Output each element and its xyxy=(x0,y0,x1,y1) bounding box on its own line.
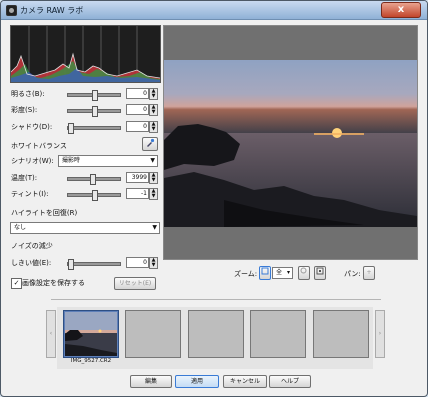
brightness-spinner[interactable]: ▲ ▼ xyxy=(149,88,158,100)
actual-size-button[interactable] xyxy=(314,266,326,280)
window-title: カメラ RAW ラボ xyxy=(20,6,84,15)
title-bar: カメラ RAW ラボ x xyxy=(1,1,427,20)
saturation-label: 彩度(S): xyxy=(11,106,38,114)
saturation-thumb[interactable] xyxy=(92,106,98,117)
threshold-row: しきい値(E): 0 ▲ ▼ xyxy=(1,256,161,270)
fit-icon xyxy=(261,267,269,275)
thumbnail-caption: IMG_9527.CR2 xyxy=(70,358,112,364)
scenario-value: 撮影時 xyxy=(62,157,81,164)
preview-photo xyxy=(164,60,417,227)
pan-label: パン: xyxy=(344,270,361,278)
actual-size-icon xyxy=(316,267,324,275)
apply-button[interactable]: 適用 xyxy=(175,375,219,388)
shadow-thumb[interactable] xyxy=(68,123,74,134)
zoom-select[interactable]: 全 ▾ xyxy=(272,267,293,279)
shadow-spinner[interactable]: ▲ ▼ xyxy=(149,121,158,133)
brightness-label: 明るさ(B): xyxy=(11,90,45,98)
close-button[interactable]: x xyxy=(381,2,421,18)
eyedropper-button[interactable] xyxy=(142,137,158,151)
edit-button[interactable]: 編集 xyxy=(130,375,172,388)
zoom-label: ズーム: xyxy=(234,270,258,278)
cancel-button[interactable]: キャンセル xyxy=(223,375,267,388)
highlight-label: ハイライトを回復(R) xyxy=(11,209,78,217)
camera-raw-lab-window: カメラ RAW ラボ x 明るさ(B): 0 ▲▼ 彩度(S): 0 ▲▼ xyxy=(0,0,428,397)
fit-window-button[interactable] xyxy=(259,266,271,280)
tint-spinner[interactable]: ▲ ▼ xyxy=(149,188,158,200)
highlight-value: なし xyxy=(14,224,27,231)
brightness-input[interactable]: 0 xyxy=(126,88,149,99)
zoom-value: 全 xyxy=(276,269,283,276)
tint-label: ティント(I): xyxy=(11,190,49,198)
tint-input[interactable]: -1 xyxy=(126,188,149,199)
thumbnail-2[interactable] xyxy=(125,310,181,358)
temperature-row: 温度(T): 3999 ▲ ▼ xyxy=(1,171,161,185)
threshold-slider[interactable] xyxy=(67,259,121,270)
camera-icon xyxy=(6,5,17,16)
scenario-select[interactable]: 撮影時 ▼ xyxy=(58,155,158,167)
eyedropper-icon xyxy=(147,138,155,147)
temperature-spinner[interactable]: ▲ ▼ xyxy=(149,172,158,184)
thumbnail-1[interactable] xyxy=(63,310,119,358)
tint-slider[interactable] xyxy=(67,190,121,201)
pan-button[interactable]: + xyxy=(363,266,375,280)
reset-button[interactable]: リセット(E) xyxy=(114,277,156,290)
threshold-label: しきい値(E): xyxy=(11,259,52,267)
plus-icon: + xyxy=(366,269,372,276)
chevron-down-icon: ▼ xyxy=(150,157,155,164)
threshold-input[interactable]: 0 xyxy=(126,257,149,268)
shadow-row: シャドウ(D): 0 ▲ ▼ xyxy=(1,120,161,134)
saturation-input[interactable]: 0 xyxy=(126,104,149,115)
thumbnail-photo xyxy=(65,312,117,356)
zoom-in-button[interactable] xyxy=(298,266,310,280)
brightness-slider[interactable] xyxy=(67,90,121,101)
thumbnail-5[interactable] xyxy=(313,310,369,358)
tint-thumb[interactable] xyxy=(92,190,98,201)
filmstrip-prev-button[interactable]: ‹ xyxy=(46,310,56,358)
noise-label: ノイズの減少 xyxy=(11,242,53,250)
filmstrip-next-button[interactable]: › xyxy=(375,310,385,358)
chevron-down-icon: ▾ xyxy=(286,269,290,276)
brightness-thumb[interactable] xyxy=(92,90,98,101)
magnify-icon xyxy=(300,267,307,274)
shadow-label: シャドウ(D): xyxy=(11,123,53,131)
image-preview xyxy=(163,25,418,260)
saturation-slider[interactable] xyxy=(67,106,121,117)
scenario-row: シナリオ(W): 撮影時 ▼ xyxy=(1,154,161,168)
help-button[interactable]: ヘルプ xyxy=(269,375,311,388)
saturation-spinner[interactable]: ▲ ▼ xyxy=(149,104,158,116)
histogram xyxy=(10,25,161,83)
temperature-slider[interactable] xyxy=(67,174,121,185)
chevron-down-icon: ▼ xyxy=(152,224,157,231)
white-balance-label: ホワイトバランス xyxy=(11,142,67,150)
shadow-input[interactable]: 0 xyxy=(126,121,149,132)
separator xyxy=(51,299,381,300)
histogram-graph xyxy=(11,26,160,82)
temperature-thumb[interactable] xyxy=(90,174,96,185)
thumbnail-3[interactable] xyxy=(188,310,244,358)
shadow-slider[interactable] xyxy=(67,123,121,134)
threshold-thumb[interactable] xyxy=(68,259,74,270)
temperature-input[interactable]: 3999 xyxy=(126,172,149,183)
highlight-select[interactable]: なし ▼ xyxy=(10,222,160,234)
save-settings-checkbox[interactable]: ✓ xyxy=(11,278,22,289)
save-settings-label: 画像設定を保存する xyxy=(22,279,85,287)
brightness-row: 明るさ(B): 0 ▲ ▼ xyxy=(1,87,161,101)
saturation-row: 彩度(S): 0 ▲ ▼ xyxy=(1,103,161,117)
tint-row: ティント(I): -1 ▲ ▼ xyxy=(1,187,161,201)
temperature-label: 温度(T): xyxy=(11,174,38,182)
threshold-spinner[interactable]: ▲ ▼ xyxy=(149,257,158,269)
thumbnail-4[interactable] xyxy=(250,310,306,358)
scenario-label: シナリオ(W): xyxy=(11,157,54,165)
